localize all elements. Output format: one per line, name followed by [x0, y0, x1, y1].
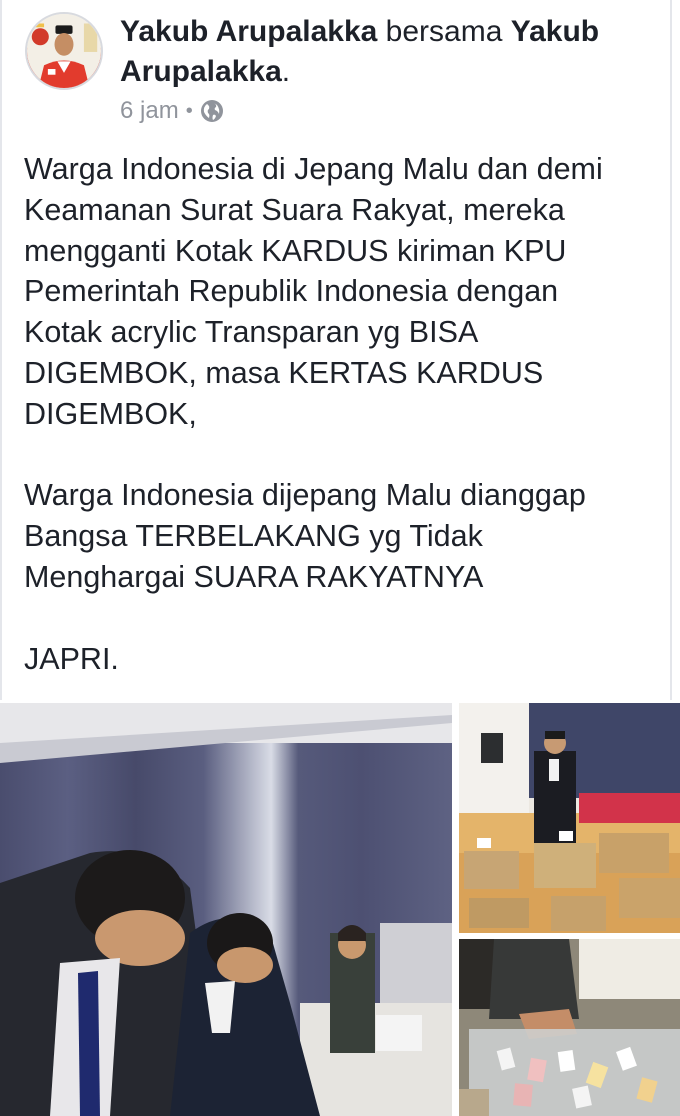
author-avatar[interactable] — [25, 12, 103, 90]
author-name-link[interactable]: Yakub Arupalakka — [120, 15, 377, 48]
post-meta: 6 jam • — [120, 96, 224, 126]
post-body-text: Warga Indonesia di Jepang Malu dan demi … — [24, 152, 603, 676]
photo-main[interactable] — [0, 703, 452, 1116]
with-word: bersama — [377, 15, 511, 48]
tagged-suffix: . — [281, 55, 291, 88]
photo-bottom-right[interactable] — [459, 939, 680, 1116]
card-border-left — [0, 0, 2, 700]
photo-top-right[interactable] — [459, 703, 680, 933]
post-header: Yakub Arupalakka bersama Yakub Arupalakk… — [25, 10, 655, 130]
globe-icon[interactable] — [200, 99, 224, 123]
meta-separator: • — [185, 99, 193, 122]
photo-gallery — [0, 703, 680, 1116]
post-author-line: Yakub Arupalakka bersama Yakub Arupalakk… — [120, 12, 660, 92]
card-border-right — [670, 0, 672, 700]
facebook-post: Yakub Arupalakka bersama Yakub Arupalakk… — [0, 0, 680, 1116]
post-timestamp[interactable]: 6 jam — [120, 97, 179, 125]
